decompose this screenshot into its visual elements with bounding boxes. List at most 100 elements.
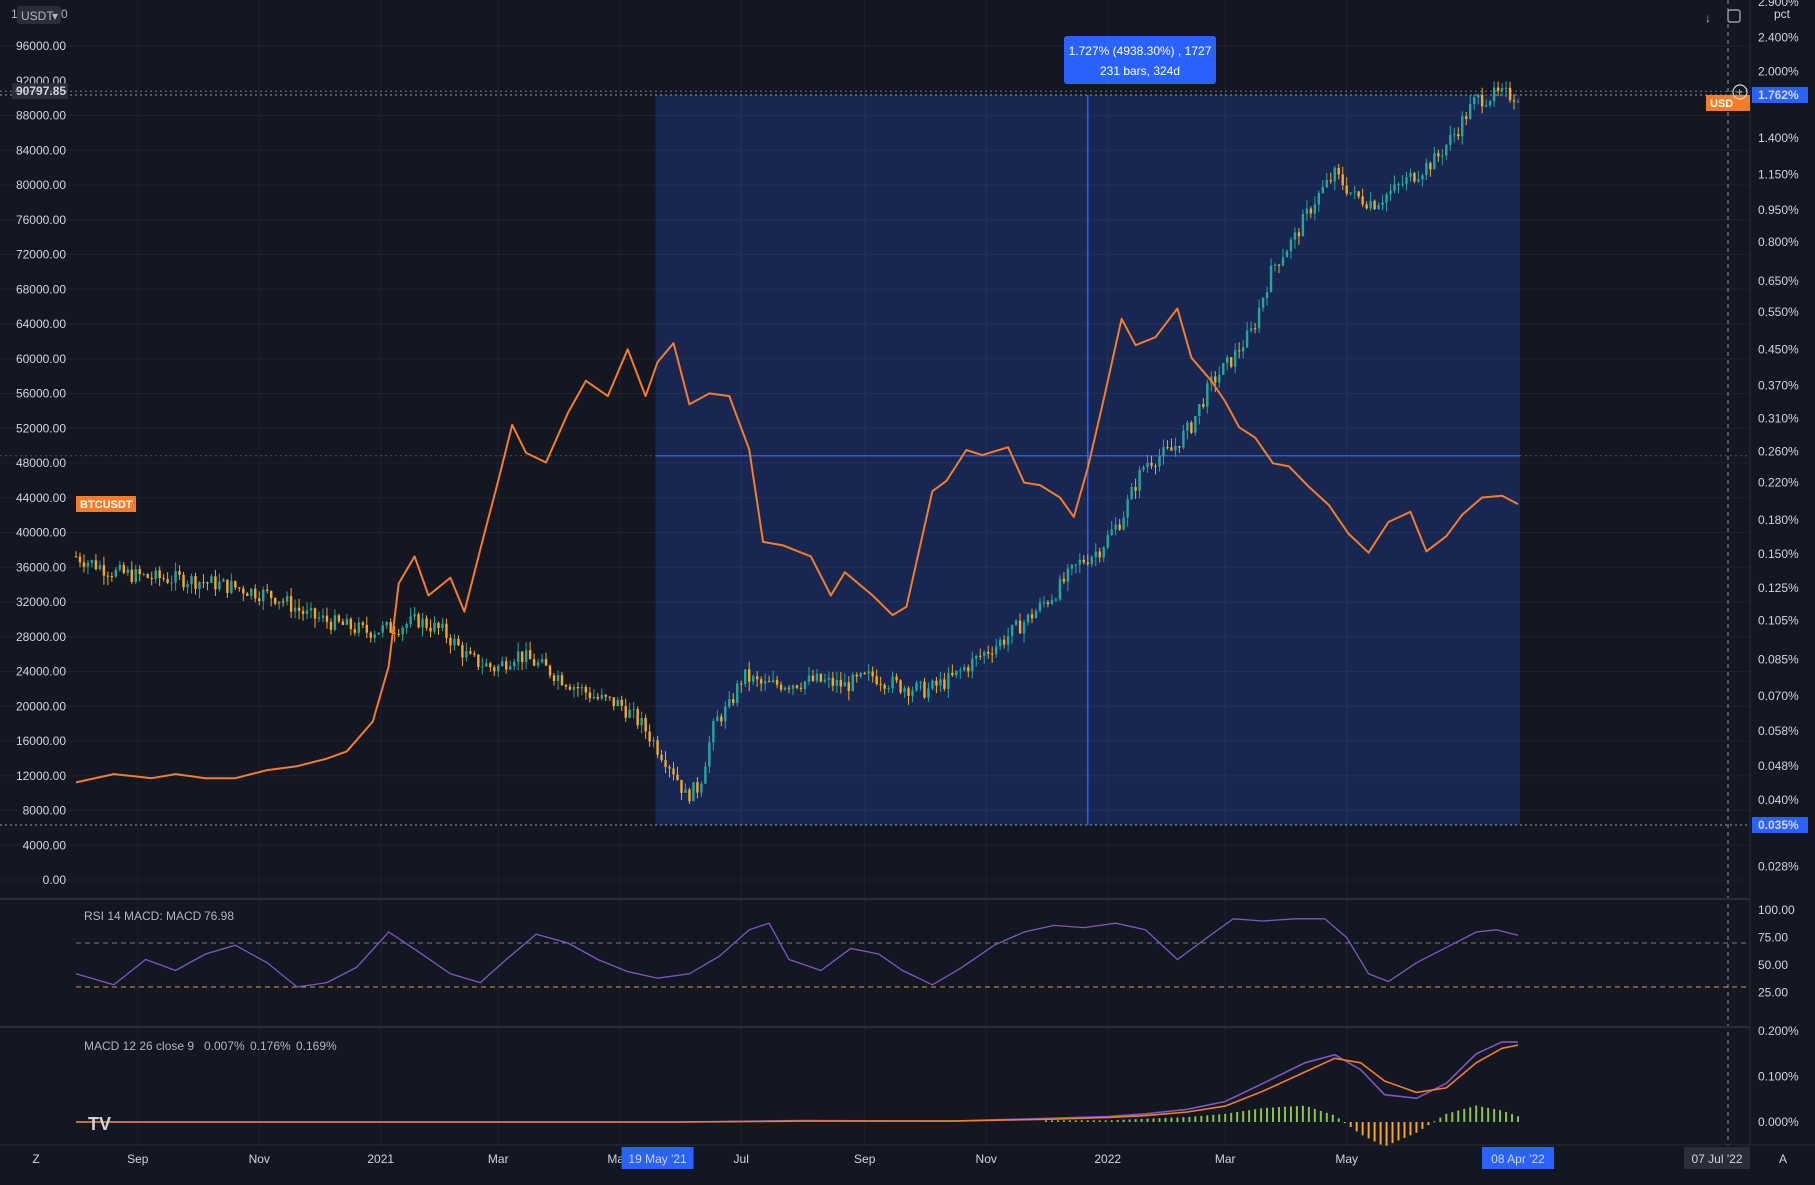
- overlay-candle-body: [1397, 183, 1400, 185]
- macd-histogram-bar: [1062, 1120, 1065, 1122]
- macd-histogram-bar: [1254, 1109, 1257, 1122]
- overlay-candle-body: [1437, 153, 1440, 157]
- overlay-candle-body: [1381, 202, 1384, 206]
- currency-prefix: 1: [11, 7, 18, 21]
- macd-histogram-bar: [1415, 1122, 1418, 1133]
- left-axis-tick: 80000.00: [16, 178, 66, 192]
- overlay-candle-body: [1480, 94, 1484, 107]
- overlay-candle-body: [568, 686, 572, 690]
- overlay-candle-body: [520, 651, 524, 662]
- macd-legend-value-macd: 0.007%: [204, 1039, 245, 1053]
- right-axis-tick: 0.058%: [1758, 724, 1799, 738]
- overlay-candle-body: [1122, 517, 1125, 530]
- time-axis-tick: Sep: [127, 1152, 149, 1166]
- overlay-candle-body: [138, 569, 141, 575]
- measure-tooltip: 1.727% (4938.30%) , 1727 231 bars, 324d: [1064, 36, 1216, 84]
- overlay-candle-body: [1002, 639, 1006, 645]
- macd-legend[interactable]: MACD 12 26 close 9 0.007% 0.176% 0.169%: [84, 1039, 337, 1053]
- overlay-candle-body: [1345, 185, 1348, 194]
- overlay-candle-body: [86, 562, 90, 567]
- overlay-candle-body: [385, 622, 388, 626]
- overlay-candle-body: [1010, 624, 1014, 636]
- overlay-candle-body: [592, 696, 596, 699]
- overlay-candle-body: [285, 596, 289, 602]
- overlay-candle-body: [1445, 144, 1448, 156]
- overlay-candle-body: [696, 782, 699, 793]
- overlay-candle-body: [1158, 456, 1161, 467]
- macd-histogram-bar: [1176, 1117, 1179, 1122]
- currency-selector[interactable]: 1 USDT ▾ 0: [11, 6, 68, 24]
- overlay-candle-body: [401, 627, 404, 635]
- overlay-candle-body: [457, 638, 460, 646]
- overlay-candle-body: [676, 774, 679, 780]
- overlay-candle-body: [732, 699, 735, 703]
- overlay-candle-body: [1504, 87, 1508, 89]
- rsi-axis-tick: 75.00: [1758, 931, 1788, 945]
- macd-histogram-bar: [1301, 1105, 1304, 1122]
- overlay-candle-body: [990, 653, 994, 655]
- macd-histogram-bar: [1230, 1112, 1233, 1122]
- overlay-candle-body: [668, 767, 671, 769]
- overlay-candle-body: [1222, 363, 1225, 375]
- overlay-candle-body: [883, 684, 886, 689]
- overlay-candle-body: [1058, 578, 1062, 600]
- overlay-candle-body: [1082, 559, 1086, 563]
- macd-histogram-bar: [1074, 1120, 1077, 1122]
- overlay-candle-body: [684, 789, 687, 793]
- overlay-candle-body: [1094, 551, 1097, 557]
- overlay-candle-body: [341, 621, 345, 625]
- time-axis-corner: A: [1779, 1152, 1787, 1166]
- overlay-candle-body: [273, 597, 277, 604]
- overlay-candle-body: [919, 681, 922, 683]
- overlay-candle-body: [1090, 556, 1093, 564]
- overlay-candle-body: [704, 766, 707, 784]
- overlay-candle-body: [716, 716, 719, 722]
- overlay-candle-body: [1361, 196, 1364, 205]
- left-axis-tick: 40000.00: [16, 526, 66, 540]
- overlay-candle-body: [891, 676, 894, 689]
- overlay-candle-body: [927, 688, 930, 698]
- right-upper-label: 1.762%: [1758, 88, 1799, 102]
- overlay-candle-body: [1496, 87, 1500, 91]
- right-axis-tick: 0.105%: [1758, 613, 1799, 627]
- macd-histogram-bar: [1140, 1118, 1143, 1122]
- overlay-candle-body: [1226, 357, 1229, 364]
- right-axis-tick: 0.370%: [1758, 379, 1799, 393]
- btcusdt-series-tag[interactable]: BTCUSDT: [76, 496, 136, 512]
- rsi-axis-tick: 25.00: [1758, 986, 1788, 1000]
- overlay-candle-body: [317, 617, 321, 619]
- macd-histogram-bar: [1499, 1110, 1502, 1122]
- currency-button[interactable]: USDT: [21, 9, 54, 23]
- overlay-candle-body: [1369, 200, 1372, 209]
- overlay-candle-body: [680, 779, 683, 793]
- overlay-candle-body: [1237, 350, 1241, 352]
- overlay-candle-body: [787, 687, 791, 689]
- macd-histogram-bar: [1385, 1122, 1388, 1146]
- macd-histogram-bar: [1182, 1117, 1185, 1122]
- overlay-candle-body: [1062, 578, 1066, 582]
- time-axis-tick: Nov: [976, 1152, 997, 1166]
- overlay-candle-body: [851, 674, 854, 691]
- left-axis-tick: 16000.00: [16, 734, 66, 748]
- overlay-candle-body: [174, 571, 177, 583]
- macd-histogram-bar: [1457, 1110, 1460, 1122]
- overlay-candle-body: [162, 578, 165, 580]
- macd-histogram-bar: [1409, 1122, 1412, 1136]
- time-axis-tick: Jul: [734, 1152, 749, 1166]
- overlay-candle-body: [660, 754, 663, 761]
- macd-histogram-bar: [1379, 1122, 1382, 1145]
- overlay-candle-body: [939, 679, 942, 686]
- overlay-candle-body: [289, 596, 293, 612]
- rsi-legend[interactable]: RSI 14 MACD: MACD 76.98: [84, 909, 234, 923]
- overlay-candle-body: [313, 608, 317, 619]
- overlay-candle-body: [1022, 622, 1026, 634]
- btcusdt-comparison-chart[interactable]: 92000.0096000.0088000.0084000.0080000.00…: [0, 0, 1815, 1185]
- right-axis-tick: 0.220%: [1758, 476, 1799, 490]
- overlay-candle-body: [1285, 251, 1289, 258]
- macd-histogram-bar: [1451, 1112, 1454, 1122]
- overlay-candle-body: [596, 696, 600, 699]
- overlay-candle-body: [1365, 204, 1368, 209]
- overlay-candle-body: [532, 659, 536, 666]
- download-icon[interactable]: ↓: [1705, 11, 1711, 25]
- overlay-candle-body: [1170, 447, 1173, 451]
